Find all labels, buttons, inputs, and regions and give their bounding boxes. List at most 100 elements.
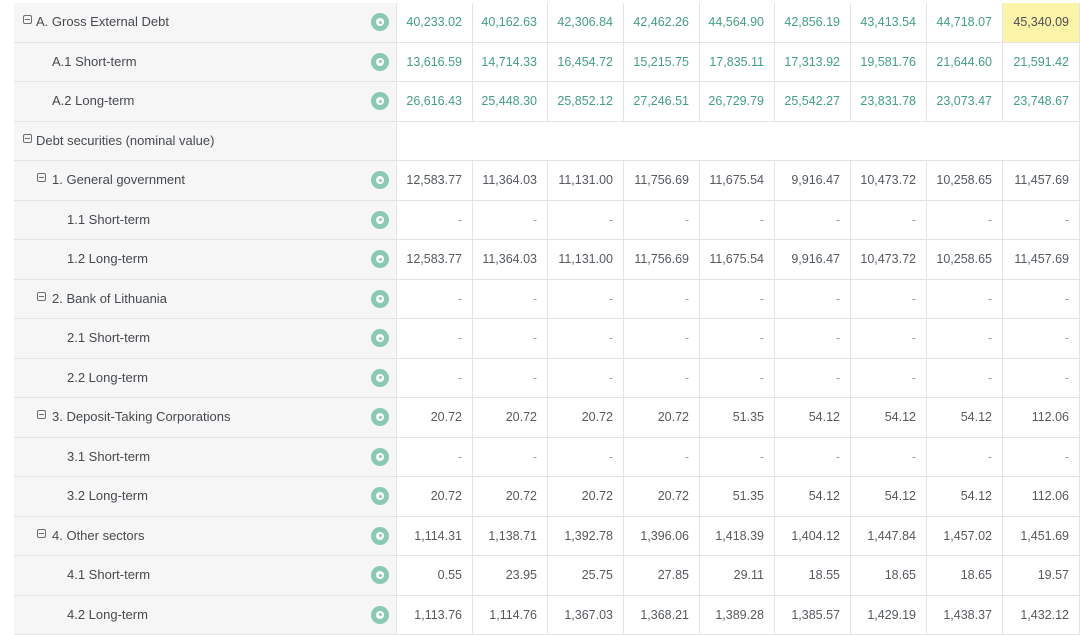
row-label-cell: 1.1 Short-term (14, 201, 397, 241)
value-cell: 11,457.69 (1003, 161, 1080, 201)
collapse-toggle-icon[interactable] (23, 134, 32, 143)
external-debt-table: A. Gross External Debt40,233.0240,162.63… (14, 3, 1080, 635)
value-cell: 27.85 (624, 556, 700, 596)
table-row-4-1-short-term: 4.1 Short-term0.5523.9525.7527.8529.1118… (14, 556, 1080, 596)
row-label: 4. Other sectors (52, 528, 144, 543)
value-cell: 13,616.59 (397, 43, 473, 83)
collapse-toggle-icon[interactable] (37, 173, 46, 182)
row-label: 1. General government (52, 172, 185, 187)
row-label: A.2 Long-term (52, 93, 134, 108)
value-cell: 11,675.54 (700, 240, 775, 280)
table-row-3-2-long-term: 3.2 Long-term20.7220.7220.7220.7251.3554… (14, 477, 1080, 517)
row-label: 1.1 Short-term (67, 212, 150, 227)
info-icon[interactable] (371, 92, 389, 110)
row-label-cell: 3.2 Long-term (14, 477, 397, 517)
row-label-cell: 3.1 Short-term (14, 438, 397, 478)
value-cell: 23,748.67 (1003, 82, 1080, 122)
value-cell: 42,306.84 (548, 3, 624, 43)
value-cell: - (927, 359, 1003, 399)
table-row-2-bank-of-lithuania: 2. Bank of Lithuania--------- (14, 280, 1080, 320)
value-cell: 40,233.02 (397, 3, 473, 43)
value-cell: - (700, 201, 775, 241)
value-cell: 51.35 (700, 477, 775, 517)
value-cell: 1,368.21 (624, 596, 700, 635)
value-cell: 54.12 (927, 477, 1003, 517)
value-cell: 12,583.77 (397, 240, 473, 280)
value-cell: 11,756.69 (624, 240, 700, 280)
value-cell: 20.72 (624, 477, 700, 517)
value-cell: 29.11 (700, 556, 775, 596)
value-cell: 1,367.03 (548, 596, 624, 635)
info-icon[interactable] (371, 171, 389, 189)
row-label: 4.1 Short-term (67, 567, 150, 582)
value-cell: 10,258.65 (927, 240, 1003, 280)
value-cell: 44,564.90 (700, 3, 775, 43)
info-icon[interactable] (371, 211, 389, 229)
info-icon[interactable] (371, 566, 389, 584)
value-cell: 16,454.72 (548, 43, 624, 83)
value-cell: 44,718.07 (927, 3, 1003, 43)
value-cell: - (473, 319, 548, 359)
value-cell: 18.55 (775, 556, 851, 596)
info-icon[interactable] (371, 606, 389, 624)
table-row-4-other-sectors: 4. Other sectors1,114.311,138.711,392.78… (14, 517, 1080, 557)
empty-value-area (397, 122, 1080, 162)
value-cell: 14,714.33 (473, 43, 548, 83)
value-cell: 11,131.00 (548, 161, 624, 201)
value-cell: 11,756.69 (624, 161, 700, 201)
info-icon[interactable] (371, 290, 389, 308)
info-icon[interactable] (371, 53, 389, 71)
collapse-toggle-icon[interactable] (37, 410, 46, 419)
value-cell: 1,418.39 (700, 517, 775, 557)
collapse-toggle-icon[interactable] (37, 292, 46, 301)
value-cell: - (775, 201, 851, 241)
value-cell: - (397, 438, 473, 478)
value-cell: 1,429.19 (851, 596, 927, 635)
value-cell: - (548, 438, 624, 478)
collapse-toggle-icon[interactable] (37, 529, 46, 538)
value-cell: - (397, 319, 473, 359)
value-cell: - (397, 201, 473, 241)
info-icon[interactable] (371, 448, 389, 466)
info-icon[interactable] (371, 527, 389, 545)
value-cell: - (1003, 280, 1080, 320)
value-cell: 54.12 (851, 398, 927, 438)
value-cell: 1,138.71 (473, 517, 548, 557)
value-cell: 23,831.78 (851, 82, 927, 122)
value-cell: 1,114.31 (397, 517, 473, 557)
table-row-3-deposit-taking-corporations: 3. Deposit-Taking Corporations20.7220.72… (14, 398, 1080, 438)
value-cell: - (927, 201, 1003, 241)
collapse-toggle-icon[interactable] (23, 15, 32, 24)
value-cell: 1,457.02 (927, 517, 1003, 557)
value-cell: 54.12 (927, 398, 1003, 438)
value-cell: 0.55 (397, 556, 473, 596)
value-cell: 112.06 (1003, 398, 1080, 438)
value-cell: 23,073.47 (927, 82, 1003, 122)
value-cell: 26,616.43 (397, 82, 473, 122)
value-cell: - (927, 438, 1003, 478)
value-cell: 1,451.69 (1003, 517, 1080, 557)
value-cell: 54.12 (775, 398, 851, 438)
value-cell: 11,131.00 (548, 240, 624, 280)
value-cell: 20.72 (548, 477, 624, 517)
row-label-cell: A.1 Short-term (14, 43, 397, 83)
info-icon[interactable] (371, 408, 389, 426)
row-label-cell: 3. Deposit-Taking Corporations (14, 398, 397, 438)
value-cell: 1,447.84 (851, 517, 927, 557)
value-cell: - (397, 359, 473, 399)
row-label-cell: A.2 Long-term (14, 82, 397, 122)
value-cell: 19,581.76 (851, 43, 927, 83)
value-cell: 27,246.51 (624, 82, 700, 122)
info-icon[interactable] (371, 250, 389, 268)
info-icon[interactable] (371, 13, 389, 31)
table-row-debt-securities-nominal-value: Debt securities (nominal value) (14, 122, 1080, 162)
value-cell: 25,448.30 (473, 82, 548, 122)
row-label: 3.1 Short-term (67, 449, 150, 464)
value-cell: - (851, 280, 927, 320)
row-label-cell: 1. General government (14, 161, 397, 201)
value-cell: 9,916.47 (775, 161, 851, 201)
info-icon[interactable] (371, 487, 389, 505)
info-icon[interactable] (371, 369, 389, 387)
info-icon[interactable] (371, 329, 389, 347)
table-row-2-2-long-term: 2.2 Long-term--------- (14, 359, 1080, 399)
